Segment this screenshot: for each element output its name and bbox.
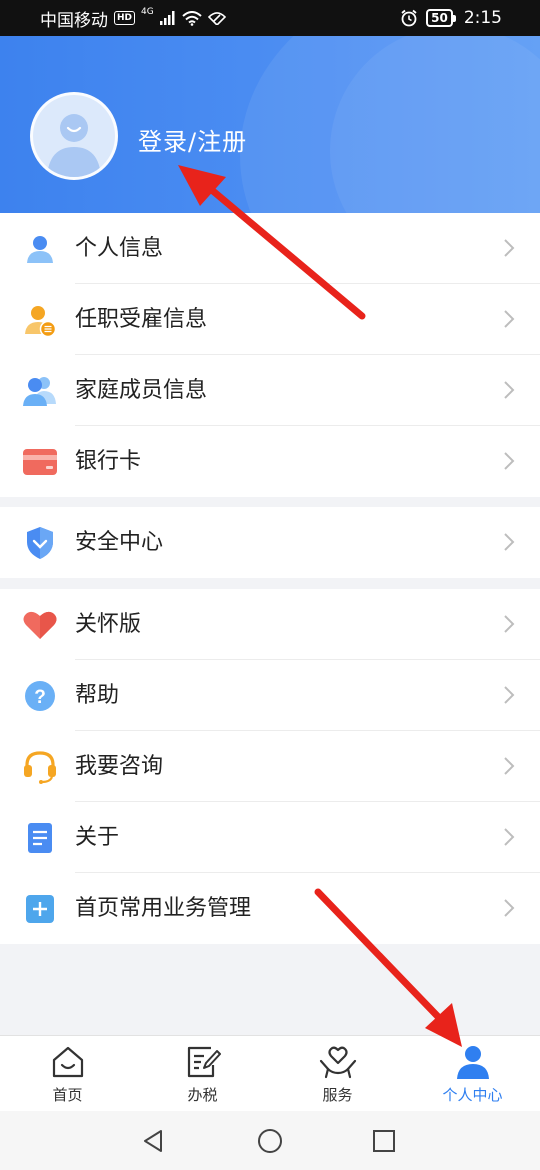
chevron-right-icon [504,533,515,551]
tab-label: 首页 [52,1086,83,1104]
chevron-right-icon [504,239,515,257]
chevron-right-icon [504,615,515,633]
home-icon [48,1044,88,1080]
clock: 2:15 [463,8,502,28]
status-bar: 中国移动 HD 4G 50 2:15 [0,0,540,36]
menu-item-label: 家庭成员信息 [75,378,208,403]
heart-icon [22,607,58,643]
profile-header: 登录/注册 [0,36,540,213]
avatar[interactable] [30,92,118,180]
menu-item-security-center[interactable]: 安全中心 [0,507,540,578]
tab-tax[interactable]: 办税 [135,1036,270,1111]
menu-item-about[interactable]: 关于 [0,802,540,873]
menu-item-label: 我要咨询 [75,754,164,779]
shield-icon [22,525,58,561]
status-right: 50 2:15 [400,8,502,28]
chevron-right-icon [504,828,515,846]
menu-item-label: 任职受雇信息 [75,307,208,332]
menu-item-label: 首页常用业务管理 [75,896,252,921]
menu-item-label: 银行卡 [75,449,142,474]
signal-icon [159,11,175,25]
menu-group-security: 安全中心 [0,507,540,578]
menu-item-care-mode[interactable]: 关怀版 [0,589,540,660]
menu-item-employment-info[interactable]: 任职受雇信息 [0,284,540,355]
default-avatar-icon [47,114,101,177]
document-icon [22,820,58,856]
help-icon: ? [22,678,58,714]
tab-label: 个人中心 [442,1086,503,1104]
battery-level: 50 [426,9,453,27]
menu-group-more: 关怀版 ? 帮助 我要咨询 关于 首页常用业务管理 [0,589,540,944]
carrier-name: 中国移动 [40,10,108,31]
menu-item-label: 个人信息 [75,236,164,261]
menu-item-help[interactable]: ? 帮助 [0,660,540,731]
tab-home[interactable]: 首页 [0,1036,135,1111]
screen: 中国移动 HD 4G 50 2:15 登录/注册 个人信息 任职受雇信息 家庭成… [0,0,540,1170]
system-nav-bar [0,1111,540,1170]
chevron-right-icon [504,686,515,704]
family-icon [22,373,58,409]
plus-square-icon [22,891,58,927]
recents-icon[interactable] [368,1125,400,1157]
chevron-right-icon [504,899,515,917]
carrier-group: 中国移动 HD 4G [40,6,226,31]
user-icon [453,1044,493,1080]
menu-item-family-info[interactable]: 家庭成员信息 [0,355,540,426]
heart-hand-icon [318,1044,358,1080]
employment-icon [22,302,58,338]
home-circle-icon[interactable] [254,1125,286,1157]
menu-item-bank-card[interactable]: 银行卡 [0,426,540,497]
menu-item-label: 安全中心 [75,530,164,555]
bottom-tab-bar: 首页 办税 服务 个人中心 [0,1035,540,1111]
chevron-right-icon [504,452,515,470]
chevron-right-icon [504,381,515,399]
network-type: 4G [141,7,154,17]
person-icon [22,231,58,267]
hd-badge: HD [114,11,136,25]
tab-personal-center[interactable]: 个人中心 [405,1036,540,1111]
battery-indicator: 50 [426,9,456,27]
menu-group-personal: 个人信息 任职受雇信息 家庭成员信息 银行卡 [0,213,540,497]
menu-item-consult[interactable]: 我要咨询 [0,731,540,802]
menu-item-label: 帮助 [75,683,120,708]
wifi-icon [182,10,202,26]
tab-label: 办税 [187,1086,218,1104]
menu-item-home-business-manage[interactable]: 首页常用业务管理 [0,873,540,944]
chevron-right-icon [504,310,515,328]
menu-item-personal-info[interactable]: 个人信息 [0,213,540,284]
data-saver-icon [207,12,226,25]
menu-item-label: 关于 [75,825,120,850]
tab-service[interactable]: 服务 [270,1036,405,1111]
tab-label: 服务 [322,1086,353,1104]
alarm-icon [401,9,417,27]
edit-document-icon [183,1044,223,1080]
bank-card-icon [22,444,58,480]
back-icon[interactable] [138,1125,170,1157]
chevron-right-icon [504,757,515,775]
login-register-link[interactable]: 登录/注册 [138,122,247,157]
svg-text:?: ? [34,687,46,708]
menu-item-label: 关怀版 [75,612,142,637]
headset-icon [22,749,58,785]
